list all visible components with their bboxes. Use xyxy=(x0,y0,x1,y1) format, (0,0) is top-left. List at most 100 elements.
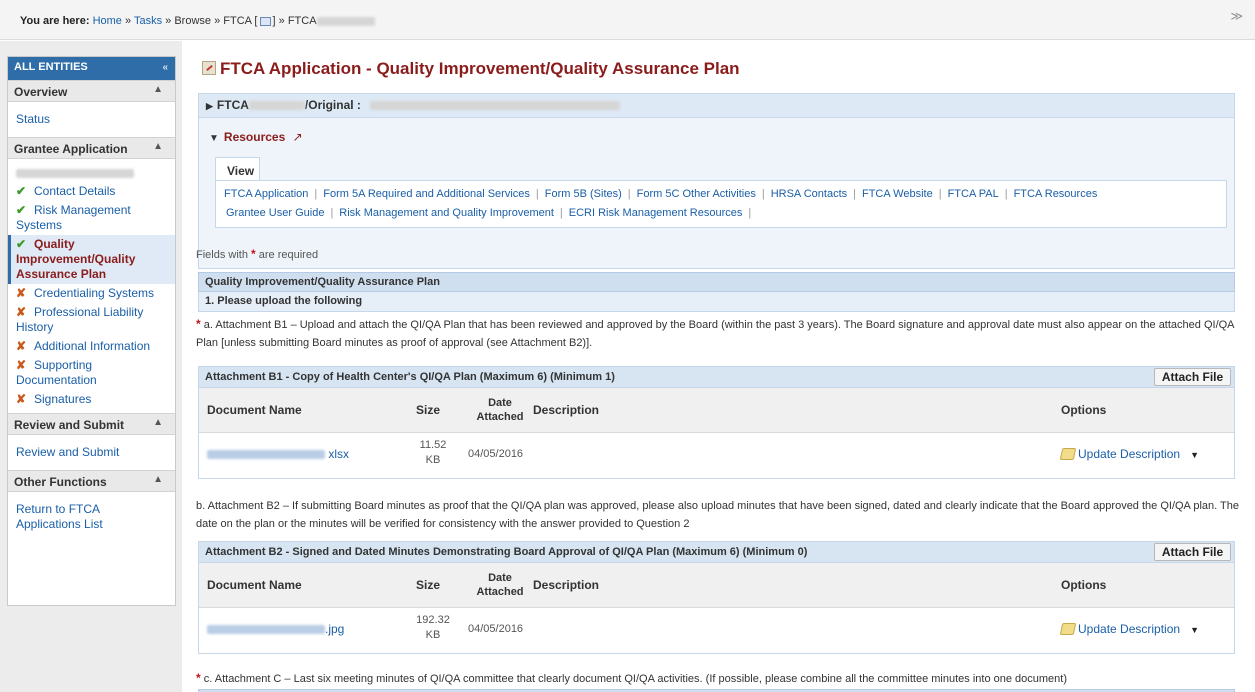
resources-label: Resources xyxy=(223,130,286,144)
breadcrumb-separator: » xyxy=(165,15,172,27)
redacted-text xyxy=(370,101,621,111)
link-ftca-pal[interactable]: FTCA PAL xyxy=(948,188,999,200)
document-link[interactable]: xlsx xyxy=(207,447,349,461)
sidebar-section-grantee-application[interactable]: Grantee Application ▲ xyxy=(8,137,175,159)
app-bar-suffix: /Original : xyxy=(304,98,361,112)
update-description-control[interactable]: Update Description ▼ xyxy=(1059,447,1199,461)
link-ftca-website[interactable]: FTCA Website xyxy=(862,188,933,200)
caret-up-icon[interactable]: ▲ xyxy=(153,417,163,428)
sidebar-section-overview[interactable]: Overview ▲ xyxy=(8,80,175,102)
sidebar-link[interactable]: Risk Management Systems xyxy=(16,203,131,232)
breadcrumb-separator: » xyxy=(124,15,132,27)
column-date-attached: Date Attached xyxy=(476,572,524,598)
table-header-row: Document Name Size Date Attached Descrip… xyxy=(199,563,1234,608)
dropdown-arrow-icon[interactable]: ▼ xyxy=(1190,450,1199,460)
sidebar-link[interactable]: Professional Liability History xyxy=(16,305,143,334)
redacted-text xyxy=(16,169,134,179)
section-header: Quality Improvement/Quality Assurance Pl… xyxy=(198,272,1235,292)
sidebar-item-additional-information[interactable]: ✘ Additional Information xyxy=(8,337,175,356)
note-text: are required xyxy=(258,249,319,261)
tab-view[interactable]: View xyxy=(215,157,260,181)
link-form-5a[interactable]: Form 5A Required and Additional Services xyxy=(323,188,530,200)
link-risk-management-qi[interactable]: Risk Management and Quality Improvement xyxy=(339,207,554,219)
required-asterisk-icon: * xyxy=(251,247,256,261)
link-ftca-resources[interactable]: FTCA Resources xyxy=(1014,188,1098,200)
instruction-c: * c. Attachment C – Last six meeting min… xyxy=(196,669,1241,688)
sidebar-link[interactable]: Quality Improvement/Quality Assurance Pl… xyxy=(16,237,135,281)
sidebar-item-review-submit[interactable]: Review and Submit xyxy=(8,443,175,462)
page-title-text: FTCA Application - Quality Improvement/Q… xyxy=(220,59,740,78)
breadcrumb-separator: » xyxy=(278,15,285,27)
document-size: 192.32 KB xyxy=(413,613,453,643)
sidebar-item-status[interactable]: Status xyxy=(8,110,175,129)
sidebar-item-quality-improvement[interactable]: ✔ Quality Improvement/Quality Assurance P… xyxy=(8,235,175,284)
table-row: xlsx 11.52 KB 04/05/2016 Update Descripti… xyxy=(199,433,1234,477)
breadcrumb-home-link[interactable]: Home xyxy=(93,15,122,27)
app-bar-prefix: FTCA xyxy=(216,98,249,112)
sidebar-link[interactable]: Contact Details xyxy=(34,184,115,198)
expand-arrow-icon[interactable]: ▶ xyxy=(206,101,213,111)
collapse-sidebar-icon[interactable]: « xyxy=(162,62,168,73)
column-date-attached: Date Attached xyxy=(476,397,524,423)
sidebar-item-credentialing-systems[interactable]: ✘ Credentialing Systems xyxy=(8,284,175,303)
collapse-panel-icon[interactable]: ≫ xyxy=(1230,10,1243,22)
size-unit: KB xyxy=(425,454,441,466)
note-text: Fields with xyxy=(196,249,248,261)
sidebar-item-return-to-list[interactable]: Return to FTCA Applications List xyxy=(8,500,118,534)
column-description: Description xyxy=(533,578,600,592)
sidebar-item-signatures[interactable]: ✘ Signatures xyxy=(8,390,175,409)
column-size: Size xyxy=(416,403,441,417)
instruction-b: b. Attachment B2 – If submitting Board m… xyxy=(196,500,1240,530)
document-extension[interactable]: .jpg xyxy=(325,622,344,636)
sidebar-item-contact-details[interactable]: ✔ Contact Details xyxy=(8,182,175,201)
external-link-icon[interactable]: ↗ xyxy=(293,130,303,144)
update-description-control[interactable]: Update Description ▼ xyxy=(1059,622,1199,636)
update-description-link[interactable]: Update Description xyxy=(1078,447,1180,461)
sidebar-link[interactable]: Signatures xyxy=(34,392,91,406)
calendar-icon[interactable] xyxy=(259,16,271,26)
attachment-title: Attachment B1 - Copy of Health Center's … xyxy=(205,371,615,383)
document-extension[interactable]: xlsx xyxy=(328,447,349,461)
breadcrumb-current: FTCA xyxy=(287,15,317,27)
attach-file-button[interactable]: Attach File xyxy=(1154,368,1231,386)
table-row: .jpg 192.32 KB 04/05/2016 Update Descript… xyxy=(199,608,1234,652)
sidebar-link[interactable]: Additional Information xyxy=(34,339,150,353)
attachment-title: Attachment B2 - Signed and Dated Minutes… xyxy=(205,546,808,558)
attachment-b1-table: Attachment B1 - Copy of Health Center's … xyxy=(198,366,1235,479)
sidebar-section-other-functions[interactable]: Other Functions ▲ xyxy=(8,470,175,492)
sidebar-item-professional-liability[interactable]: ✘ Professional Liability History xyxy=(8,303,175,337)
sidebar-link[interactable]: Credentialing Systems xyxy=(34,286,154,300)
sidebar-link[interactable]: Status xyxy=(16,112,50,126)
resources-panel: ▼ Resources ↗ View FTCA Application | Form … xyxy=(198,118,1235,269)
redacted-text xyxy=(207,625,325,635)
caret-up-icon[interactable]: ▲ xyxy=(153,141,163,152)
link-form-5c[interactable]: Form 5C Other Activities xyxy=(637,188,756,200)
size-value: 11.52 xyxy=(419,439,447,451)
resources-header[interactable]: ▼ Resources ↗ xyxy=(209,130,303,144)
checkmark-icon: ✔ xyxy=(16,237,27,251)
application-bar[interactable]: ▶ FTCA/Original : xyxy=(198,93,1235,118)
sidebar-link[interactable]: Review and Submit xyxy=(16,445,119,459)
update-description-link[interactable]: Update Description xyxy=(1078,622,1180,636)
instruction-a: * a. Attachment B1 – Upload and attach t… xyxy=(196,315,1241,352)
link-form-5b[interactable]: Form 5B (Sites) xyxy=(545,188,622,200)
sidebar-item-supporting-documentation[interactable]: ✘ Supporting Documentation xyxy=(8,356,175,390)
resource-links-row: FTCA Application | Form 5A Required and Ad… xyxy=(224,188,1098,200)
collapse-arrow-icon[interactable]: ▼ xyxy=(209,133,219,144)
tools-icon: ✘ xyxy=(16,339,27,353)
caret-up-icon[interactable]: ▲ xyxy=(153,84,163,95)
link-ftca-application[interactable]: FTCA Application xyxy=(224,188,308,200)
breadcrumb-tasks-link[interactable]: Tasks xyxy=(134,15,162,27)
dropdown-arrow-icon[interactable]: ▼ xyxy=(1190,625,1199,635)
document-link[interactable]: .jpg xyxy=(207,622,344,636)
sidebar-section-review-submit[interactable]: Review and Submit ▲ xyxy=(8,413,175,435)
sidebar-link[interactable]: Return to FTCA Applications List xyxy=(16,502,103,531)
sidebar-item-risk-management-systems[interactable]: ✔ Risk Management Systems xyxy=(8,201,175,235)
edit-icon xyxy=(1059,623,1077,635)
link-grantee-user-guide[interactable]: Grantee User Guide xyxy=(226,207,324,219)
caret-up-icon[interactable]: ▲ xyxy=(153,474,163,485)
tools-icon: ✘ xyxy=(16,358,27,372)
attach-file-button[interactable]: Attach File xyxy=(1154,543,1231,561)
link-ecri-resources[interactable]: ECRI Risk Management Resources xyxy=(569,207,743,219)
link-hrsa-contacts[interactable]: HRSA Contacts xyxy=(771,188,847,200)
